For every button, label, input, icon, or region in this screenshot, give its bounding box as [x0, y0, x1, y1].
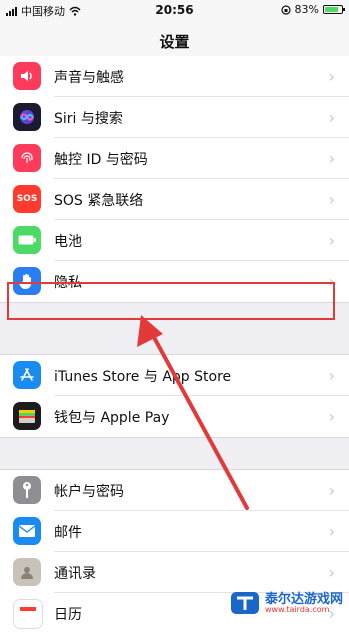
- watermark-name: 泰尔达游戏网: [264, 591, 343, 607]
- annotation-arrow-icon: [137, 315, 249, 510]
- watermark: 泰尔达游戏网 www.tairda.com: [229, 590, 343, 616]
- watermark-logo-icon: [230, 592, 259, 614]
- watermark-url: www.tairda.com: [264, 604, 330, 614]
